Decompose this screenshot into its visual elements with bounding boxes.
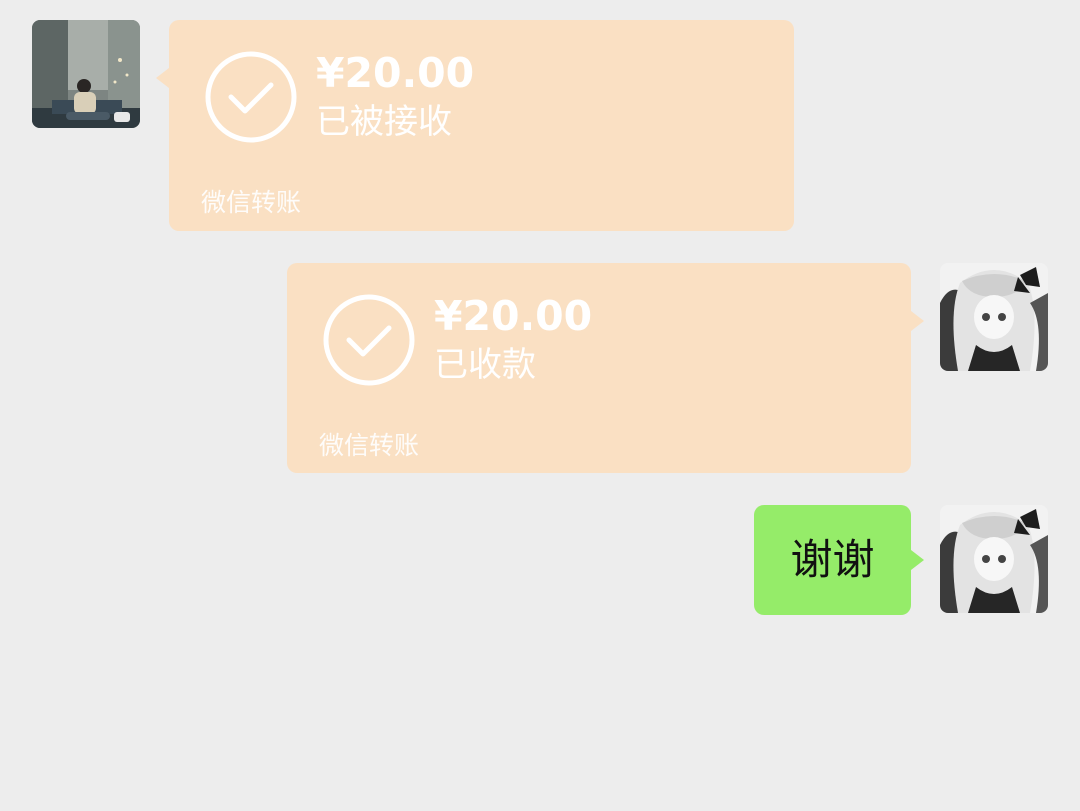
check-circle-icon bbox=[205, 51, 297, 143]
bubble-tail bbox=[911, 550, 924, 570]
contact-avatar[interactable] bbox=[32, 20, 140, 128]
sent-transfer-bubble[interactable]: ¥20.00 已收款 微信转账 bbox=[287, 263, 924, 473]
check-circle-icon bbox=[323, 294, 415, 386]
transfer-source-label: 微信转账 bbox=[201, 188, 302, 217]
sent-text-bubble[interactable]: 谢谢 bbox=[754, 505, 924, 615]
my-avatar[interactable] bbox=[940, 505, 1048, 613]
transfer-amount: ¥20.00 bbox=[316, 49, 475, 97]
bubble-tail bbox=[156, 68, 169, 88]
transfer-source-label: 微信转账 bbox=[319, 431, 420, 460]
bubble-tail bbox=[911, 311, 924, 331]
transfer-amount: ¥20.00 bbox=[434, 292, 593, 340]
message-text: 谢谢 bbox=[790, 535, 875, 584]
transfer-status: 已被接收 bbox=[316, 102, 452, 142]
my-avatar[interactable] bbox=[940, 263, 1048, 371]
received-transfer-bubble[interactable]: ¥20.00 已被接收 微信转账 bbox=[156, 20, 794, 231]
transfer-status: 已收款 bbox=[434, 345, 536, 385]
